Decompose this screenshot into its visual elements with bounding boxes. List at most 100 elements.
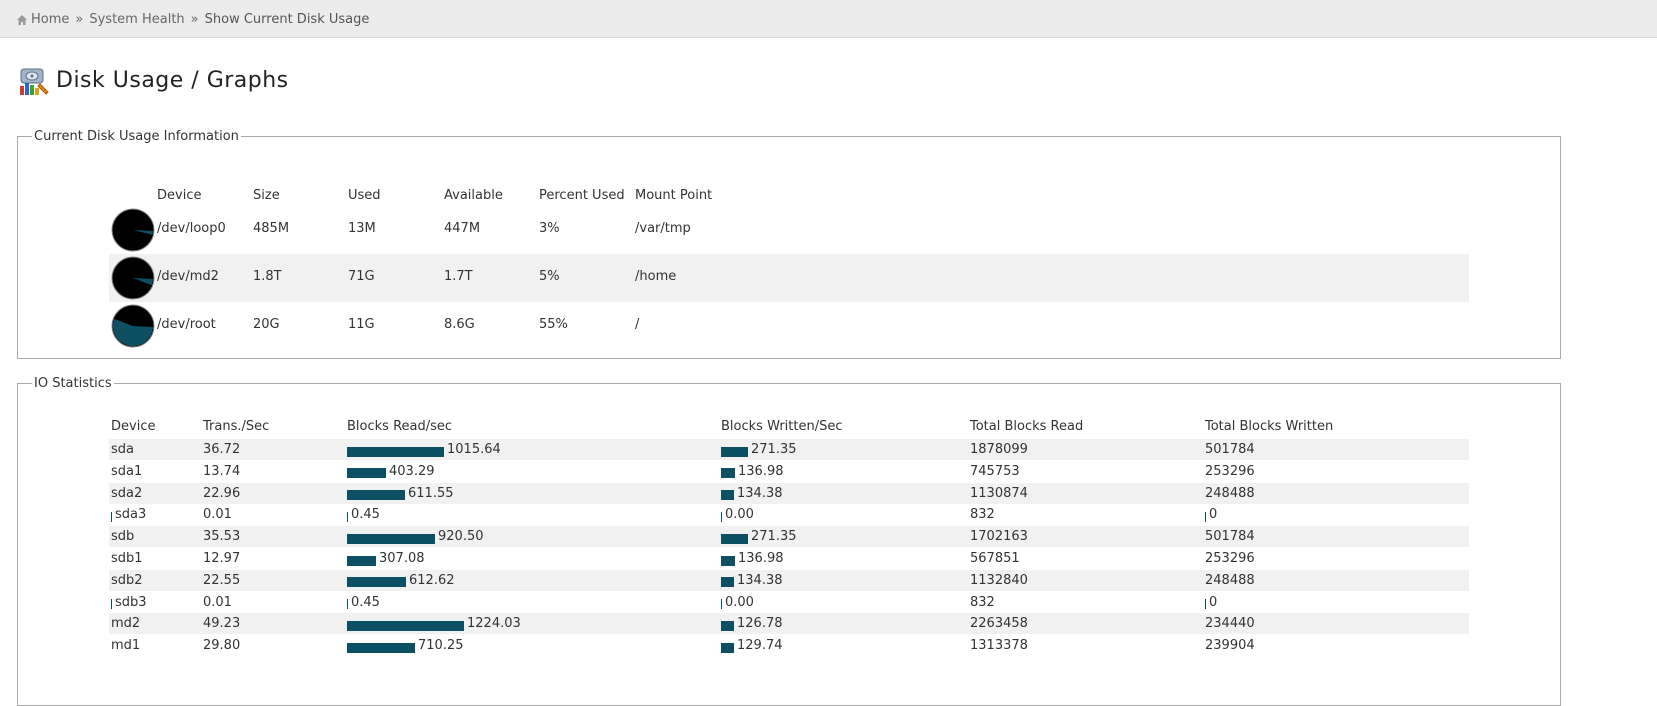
device-name: sda1 (111, 463, 143, 479)
breadcrumb-home-link[interactable]: Home (31, 12, 69, 27)
column-header-device: Device (157, 188, 202, 203)
total-written-bar (1205, 511, 1206, 522)
cell-blocks-read-per-sec: 611.55 (347, 486, 454, 501)
blocks-read-bar (347, 599, 348, 610)
blocks-read-bar (347, 533, 435, 544)
blocks-read-bar (347, 511, 348, 522)
column-header-mount-point: Mount Point (635, 188, 713, 203)
cell-available: 447M (444, 221, 481, 236)
total-blocks-written-value: 239904 (1205, 638, 1255, 654)
disk-usage-legend: Current Disk Usage Information (34, 129, 239, 144)
blocks-written-bar (721, 642, 734, 653)
blocks-read-value: 920.50 (438, 529, 484, 545)
cell-blocks-written-per-sec: 126.78 (721, 616, 783, 631)
io-stats-legend: IO Statistics (34, 376, 112, 391)
cell-total-blocks-read: 1132840 (970, 572, 1028, 588)
blocks-written-bar (721, 577, 734, 588)
cell-blocks-written-per-sec: 129.74 (721, 638, 783, 653)
column-header-blocks-read-per-sec: Blocks Read/sec (347, 419, 453, 434)
blocks-read-bar (347, 555, 376, 566)
cell-mount-point: / (635, 317, 640, 332)
blocks-written-bar (721, 446, 748, 457)
cell-blocks-written-per-sec: 271.35 (721, 529, 797, 544)
cell-total-blocks-written: 239904 (1205, 638, 1255, 653)
disk-usage-icon (20, 68, 49, 95)
cell-blocks-read-per-sec: 403.29 (347, 464, 435, 479)
cell-trans-per-sec: 0.01 (203, 507, 232, 523)
cell-device: sda1 (111, 464, 142, 479)
blocks-written-bar (721, 468, 735, 479)
device-name: sdb2 (111, 572, 143, 588)
blocks-written-bar (721, 555, 735, 566)
cell-total-blocks-written: 501784 (1205, 529, 1255, 544)
cell-blocks-written-per-sec: 0.00 (721, 507, 754, 522)
total-blocks-written-value: 248488 (1205, 485, 1255, 501)
cell-device: sda3 (111, 507, 146, 522)
cell-size: 1.8T (253, 269, 282, 284)
io-table-row: sdb3 0.01 0.45 0.00 832 0 (109, 592, 1469, 613)
table-row: /dev/md2 1.8T 71G 1.7T 5% /home (109, 254, 1469, 302)
io-table-row: sdb1 12.97 307.08 136.98 567851 253296 (109, 548, 1469, 569)
blocks-written-bar (721, 490, 734, 501)
page-title: Disk Usage / Graphs (56, 67, 289, 93)
column-header-percent-used: Percent Used (539, 188, 625, 203)
blocks-written-value: 134.38 (737, 485, 783, 501)
breadcrumb-bar: Home » System Health » Show Current Disk… (0, 0, 1657, 38)
io-table-row: sda3 0.01 0.45 0.00 832 0 (109, 504, 1469, 525)
cell-percent-used: 5% (539, 269, 560, 284)
cell-blocks-read-per-sec: 0.45 (347, 595, 380, 610)
cell-total-blocks-read: 832 (970, 507, 995, 523)
column-header-size: Size (253, 188, 280, 203)
table-header-row: Device Size Used Available Percent Used Mount… (18, 188, 1560, 206)
cell-blocks-written-per-sec: 0.00 (721, 595, 754, 610)
cell-device: sdb3 (111, 595, 147, 610)
table-row: /dev/loop0 485M 13M 447M 3% /var/tmp (109, 206, 1469, 254)
cell-total-blocks-written: 248488 (1205, 573, 1255, 588)
breadcrumb-current: Show Current Disk Usage (204, 12, 370, 27)
blocks-written-bar (721, 533, 748, 544)
cell-blocks-read-per-sec: 1015.64 (347, 442, 501, 457)
device-name: sda3 (115, 507, 147, 523)
io-table-row: sda1 13.74 403.29 136.98 745753 253296 (109, 461, 1469, 482)
cell-total-blocks-read: 832 (970, 594, 995, 610)
cell-blocks-read-per-sec: 307.08 (347, 551, 425, 566)
cell-total-blocks-read: 1878099 (970, 442, 1028, 457)
cell-trans-per-sec: 13.74 (203, 463, 241, 479)
device-name: md1 (111, 638, 141, 654)
cell-device: sdb (111, 529, 134, 544)
cell-device: sda (111, 442, 134, 457)
blocks-read-bar (347, 468, 386, 479)
cell-total-blocks-written: 253296 (1205, 464, 1255, 479)
cell-trans-per-sec: 36.72 (203, 442, 241, 457)
column-header-total-blocks-read: Total Blocks Read (970, 419, 1084, 434)
blocks-written-value: 136.98 (738, 463, 784, 479)
total-blocks-written-value: 234440 (1205, 616, 1255, 632)
blocks-read-bar (347, 577, 406, 588)
io-table-row: md1 29.80 710.25 129.74 1313378 239904 (109, 635, 1469, 656)
cell-total-blocks-written: 0 (1205, 507, 1217, 522)
breadcrumb-separator: » (190, 12, 199, 27)
usage-pie-chart (111, 256, 155, 300)
column-header-total-blocks-written: Total Blocks Written (1205, 419, 1334, 434)
cell-blocks-read-per-sec: 710.25 (347, 638, 464, 653)
cell-trans-per-sec: 35.53 (203, 529, 241, 545)
cell-device: md2 (111, 616, 140, 631)
cell-device: /dev/loop0 (157, 221, 226, 236)
blocks-written-value: 129.74 (737, 638, 783, 654)
page-header: Disk Usage / Graphs (18, 64, 289, 96)
cell-percent-used: 3% (539, 221, 560, 236)
cell-blocks-written-per-sec: 136.98 (721, 464, 784, 479)
cell-size: 20G (253, 317, 280, 332)
cell-total-blocks-written: 248488 (1205, 486, 1255, 501)
cell-blocks-read-per-sec: 920.50 (347, 529, 484, 544)
column-header-blocks-written-per-sec: Blocks Written/Sec (721, 419, 843, 434)
breadcrumb-system-health-link[interactable]: System Health (89, 12, 184, 27)
io-stats-panel: IO Statistics Device Trans./Sec Blocks Rea… (17, 376, 1561, 706)
total-written-bar (1205, 599, 1206, 610)
cell-total-blocks-written: 234440 (1205, 616, 1255, 631)
cell-device: sdb2 (111, 573, 143, 588)
cell-blocks-read-per-sec: 1224.03 (347, 616, 521, 631)
device-name: sdb (111, 529, 135, 545)
device-name: sda (111, 442, 134, 457)
cell-size: 485M (253, 221, 290, 236)
